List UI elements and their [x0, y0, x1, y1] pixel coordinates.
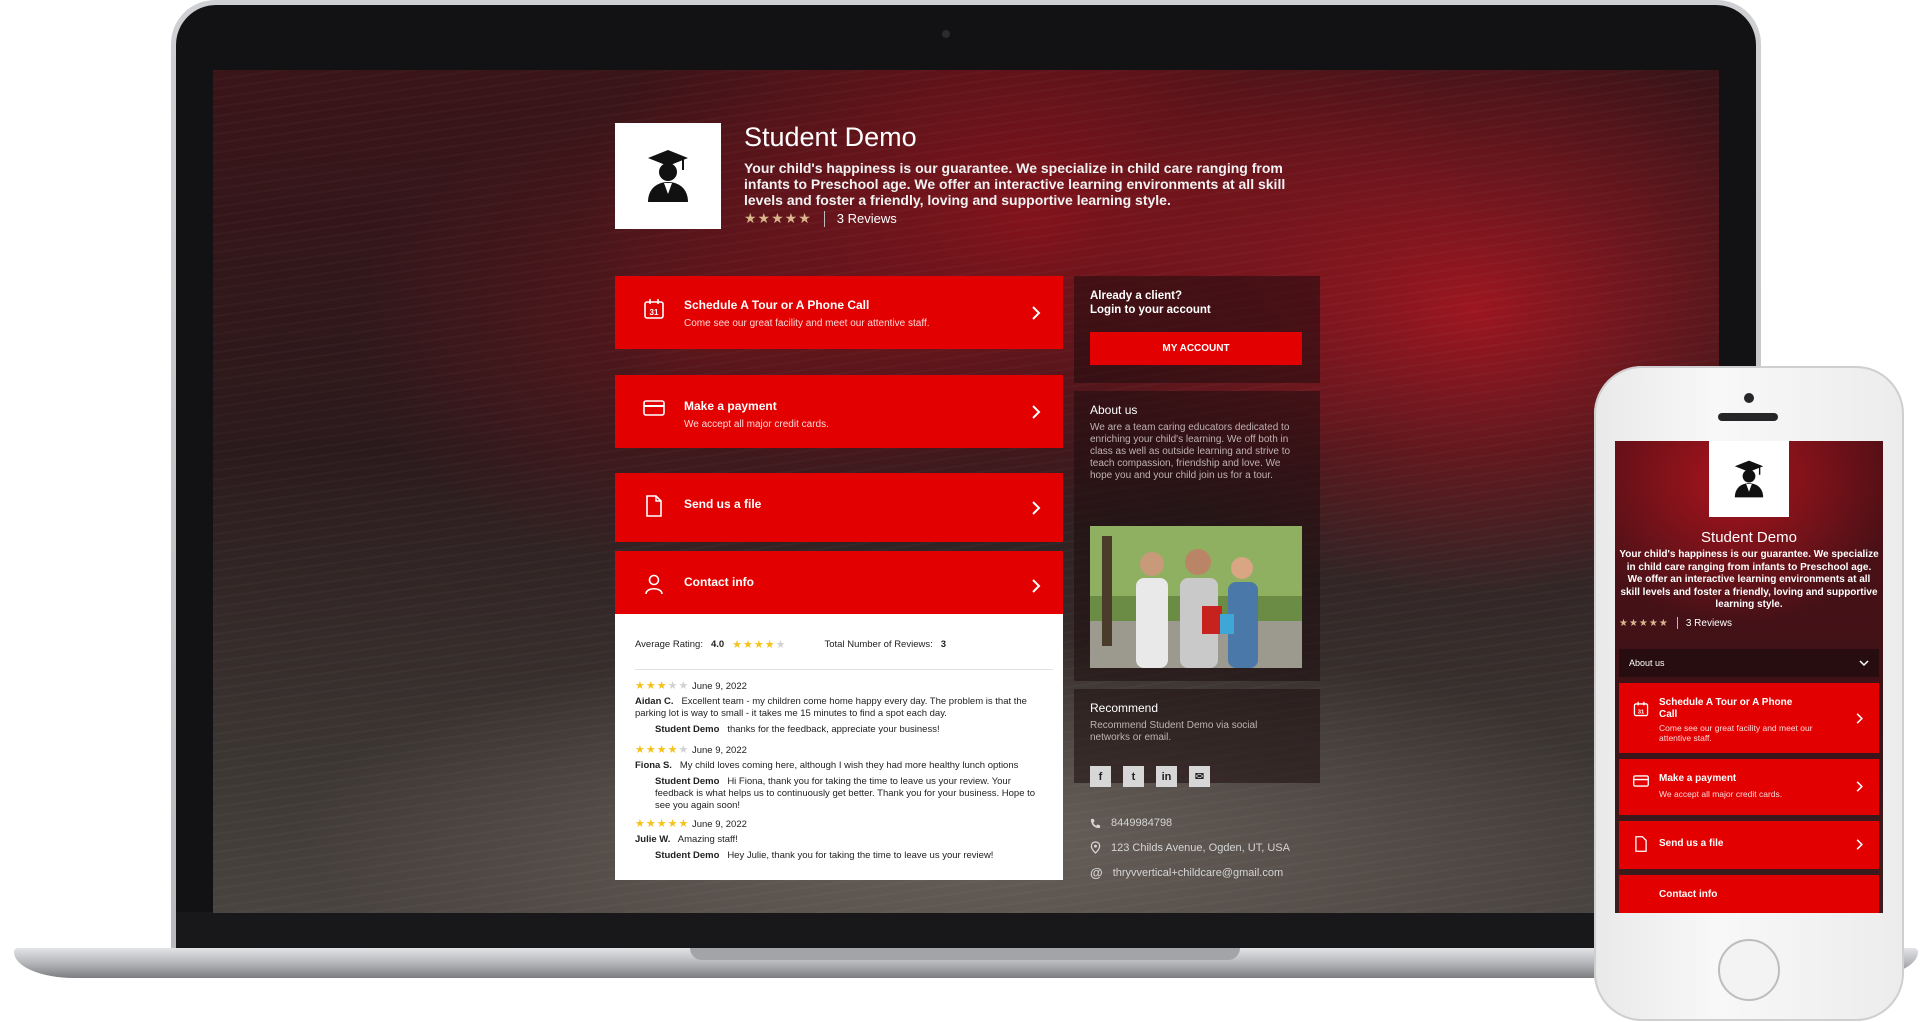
recommend-title: Recommend — [1090, 701, 1159, 715]
my-account-button[interactable]: MY ACCOUNT — [1090, 332, 1302, 365]
review-item: ★★★★★ June 9, 2022 Fiona S. My child lov… — [635, 744, 1049, 812]
review-item: ★★★★★ June 9, 2022 Aidan C. Excellent te… — [635, 680, 1049, 736]
phone-home-button[interactable] — [1718, 939, 1780, 1001]
review-author: Aidan C. — [635, 696, 674, 707]
about-text: We are a team caring educators dedicated… — [1090, 422, 1291, 481]
students-photo — [1090, 526, 1302, 668]
reply-text: Hey Julie, thank you for taking the time… — [727, 850, 994, 861]
linkedin-icon[interactable]: in — [1156, 766, 1177, 787]
about-title: About us — [1090, 403, 1138, 417]
laptop-hinge — [176, 912, 1756, 950]
phone-number: 8449984798 — [1111, 817, 1173, 829]
mobile-business-logo — [1709, 441, 1789, 517]
reply-author: Student Demo — [655, 850, 720, 861]
review-text: Amazing staff! — [677, 834, 738, 845]
total-reviews-value: 3 — [940, 639, 947, 650]
laptop-screen: Student Demo Your child's happiness is o… — [213, 70, 1719, 913]
recommend-text: Recommend Student Demo via social networ… — [1090, 720, 1258, 743]
stage: Student Demo Your child's happiness is o… — [0, 0, 1920, 1022]
chevron-right-icon — [1856, 713, 1863, 724]
average-rating-label: Average Rating: — [635, 639, 703, 650]
average-rating-value: 4.0 — [710, 639, 725, 650]
review-text: Excellent team - my children come home h… — [635, 696, 1027, 719]
business-rating: ★★★★★ 3 Reviews — [744, 210, 897, 227]
review-text: My child loves coming here, although I w… — [679, 760, 1019, 771]
social-buttons: f t in ✉ — [1090, 766, 1210, 787]
phone-speaker — [1718, 413, 1778, 421]
make-payment-subtitle: We accept all major credit cards. — [684, 419, 829, 430]
review-stars: ★★★★★ — [635, 680, 690, 692]
reviews-link[interactable]: 3 Reviews — [837, 211, 897, 226]
phone-icon — [1090, 818, 1101, 828]
chevron-right-icon — [1032, 579, 1041, 593]
review-author: Julie W. — [635, 834, 671, 845]
rating-stars: ★★★★★ — [744, 210, 812, 226]
chevron-right-icon — [1856, 781, 1863, 792]
phone-camera — [1744, 393, 1754, 403]
send-file-title: Send us a file — [684, 497, 762, 511]
contact-email[interactable]: @ thryvvertical+childcare@gmail.com — [1090, 865, 1283, 880]
make-payment-card[interactable]: Make a payment We accept all major credi… — [615, 375, 1063, 448]
calendar-icon: 31 — [644, 299, 664, 319]
contact-info-card[interactable]: Contact info — [615, 551, 1063, 620]
location-pin-icon — [1090, 841, 1101, 854]
chevron-right-icon — [1032, 306, 1041, 320]
email-address: thryvvertical+childcare@gmail.com — [1112, 866, 1284, 879]
business-page: Student Demo Your child's happiness is o… — [213, 70, 1719, 913]
credit-card-icon — [643, 400, 665, 416]
twitter-icon[interactable]: t — [1123, 766, 1144, 787]
facebook-icon[interactable]: f — [1090, 766, 1111, 787]
divider — [635, 669, 1053, 670]
graduate-icon — [648, 150, 688, 202]
review-author: Fiona S. — [635, 760, 672, 771]
address-text: 123 Childs Avenue, Ogden, UT, USA — [1111, 841, 1290, 854]
reply-author: Student Demo — [655, 776, 720, 787]
laptop-camera — [942, 30, 950, 38]
make-payment-title: Make a payment — [684, 399, 777, 413]
laptop-notch — [690, 948, 1240, 960]
chevron-right-icon — [1032, 405, 1041, 419]
schedule-tour-subtitle: Come see our great facility and meet our… — [684, 318, 930, 329]
login-prompt: Login to your account — [1090, 304, 1211, 316]
total-reviews-label: Total Number of Reviews: — [824, 639, 933, 650]
user-icon — [645, 574, 663, 595]
chevron-down-icon — [1859, 660, 1869, 667]
business-logo — [615, 123, 721, 229]
client-prompt: Already a client? — [1090, 290, 1183, 302]
send-file-card[interactable]: Send us a file — [615, 473, 1063, 542]
review-date: June 9, 2022 — [691, 745, 747, 756]
reviews-panel: Average Rating: 4.0 ★★★★★ Total Number o… — [615, 614, 1063, 880]
contact-info-title: Contact info — [684, 575, 754, 589]
chevron-right-icon — [1032, 501, 1041, 515]
calendar-icon-day: 31 — [650, 308, 659, 317]
average-rating-stars: ★★★★★ — [732, 639, 787, 651]
reply-text: thanks for the feedback, appreciate your… — [727, 724, 940, 735]
about-panel: About us We are a team caring educators … — [1074, 391, 1320, 681]
email-icon[interactable]: ✉ — [1189, 766, 1210, 787]
at-icon: @ — [1090, 865, 1103, 880]
graduate-icon — [1734, 460, 1764, 498]
review-item: ★★★★★ June 9, 2022 Julie W. Amazing staf… — [635, 818, 1049, 862]
contact-address[interactable]: 123 Childs Avenue, Ogden, UT, USA — [1090, 841, 1290, 854]
review-date: June 9, 2022 — [691, 819, 747, 830]
review-summary: Average Rating: 4.0 ★★★★★ Total Number o… — [635, 638, 1043, 651]
file-icon — [646, 495, 662, 517]
business-description: Your child's happiness is our guarantee.… — [744, 160, 1286, 208]
review-date: June 9, 2022 — [691, 681, 747, 692]
schedule-tour-title: Schedule A Tour or A Phone Call — [684, 298, 870, 312]
business-name: Student Demo — [744, 122, 917, 152]
schedule-tour-card[interactable]: 31 Schedule A Tour or A Phone Call Come … — [615, 276, 1063, 349]
chevron-right-icon — [1856, 839, 1863, 850]
reply-author: Student Demo — [655, 724, 720, 735]
recommend-panel: Recommend Recommend Student Demo via soc… — [1074, 689, 1320, 787]
rating-divider — [823, 210, 825, 227]
review-stars: ★★★★★ — [635, 818, 690, 830]
client-login-panel: Already a client? Login to your account … — [1074, 276, 1320, 383]
contact-phone[interactable]: 8449984798 — [1090, 817, 1172, 829]
review-stars: ★★★★★ — [635, 744, 690, 756]
